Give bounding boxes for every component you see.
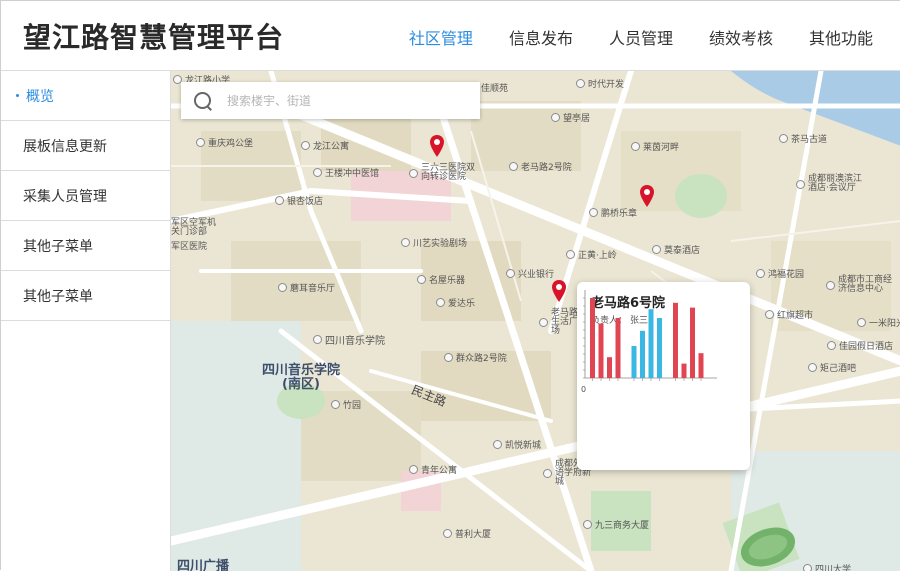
sidebar-item-overview[interactable]: 概览: [1, 71, 170, 121]
chart-bar: [607, 357, 612, 378]
map-base: [171, 71, 900, 571]
map-marker-icon[interactable]: [430, 135, 444, 157]
nav-performance[interactable]: 绩效考核: [709, 25, 773, 49]
map-label: 名屋乐器: [417, 273, 465, 286]
nav-info-publish[interactable]: 信息发布: [509, 25, 573, 49]
top-nav: 社区管理 信息发布 人员管理 绩效考核 其他功能: [409, 25, 873, 49]
map-label: 鹏桥乐章: [589, 206, 637, 219]
sidebar-item-label: 概览: [26, 88, 54, 105]
map-label: 川艺实验剧场: [401, 236, 467, 249]
map-label: 群众路2号院: [444, 351, 507, 364]
sidebar-item-board-update[interactable]: 展板信息更新: [1, 121, 170, 171]
map-label: 九三商务大厦: [583, 518, 649, 531]
top-header: 望江路智慧管理平台 社区管理 信息发布 人员管理 绩效考核 其他功能: [1, 1, 900, 71]
sidebar-item-other-submenu-2[interactable]: 其他子菜单: [1, 271, 170, 321]
chart-bar: [590, 298, 595, 378]
map-label: 佳顺苑: [481, 84, 509, 94]
map-label: 军区空军机关门诊部: [171, 218, 217, 237]
map-label: 普利大厦: [443, 527, 491, 540]
chart-bar: [681, 363, 687, 378]
map-label: 兴业银行: [506, 267, 554, 280]
chart-bar: [673, 302, 678, 378]
search-input[interactable]: [227, 93, 467, 108]
map-label: 三六三医院双向转诊医院: [409, 164, 479, 182]
search-icon[interactable]: [193, 91, 213, 111]
sidebar-item-label: 其他子菜单: [23, 238, 93, 255]
map-label: 青年公寓: [409, 463, 457, 476]
active-dot-icon: [16, 94, 19, 97]
app-window: 望江路智慧管理平台 社区管理 信息发布 人员管理 绩效考核 其他功能 概览 展板…: [0, 0, 900, 571]
map-label: 四川音乐学院: [313, 332, 385, 347]
sidebar-item-collector-management[interactable]: 采集人员管理: [1, 171, 170, 221]
chart-bar: [690, 307, 695, 378]
chart-bar: [698, 353, 704, 378]
bar-chart: 0: [581, 290, 717, 394]
chart-bar: [657, 318, 662, 378]
map-label: 银杏饭店: [275, 194, 323, 207]
chart-zero-label: 0: [581, 385, 586, 394]
map-label: 军区医院: [171, 242, 208, 252]
app-title: 望江路智慧管理平台: [23, 21, 285, 54]
map-label: 老马路2号院: [509, 160, 572, 173]
chart-bar: [640, 330, 645, 378]
map-label: 龙江公寓: [301, 139, 349, 152]
map-marker-icon[interactable]: [552, 280, 566, 302]
map-label: 莱茵河畔: [631, 140, 679, 153]
chart-bar: [598, 323, 604, 378]
map-label: 矩己酒吧: [808, 361, 856, 374]
chart-bar: [648, 309, 654, 378]
sidebar-item-label: 采集人员管理: [23, 188, 107, 205]
map-label-district: 四川音乐学院(南区): [261, 363, 340, 392]
nav-other-functions[interactable]: 其他功能: [809, 25, 873, 49]
sidebar-item-label: 展板信息更新: [23, 138, 107, 155]
sidebar: 概览 展板信息更新 采集人员管理 其他子菜单 其他子菜单: [1, 71, 171, 571]
chart-bar: [615, 318, 621, 378]
map-label: 爱达乐: [436, 296, 475, 309]
map-label-district: 四川广播: [177, 559, 230, 571]
map-label: 莫泰酒店: [652, 243, 700, 256]
map-label: 成都市工商经济信息中心: [826, 276, 896, 294]
info-popup: 老马路6号院 负责人： 张三 0: [577, 282, 750, 470]
map-label: 时代开发: [576, 77, 624, 90]
map-label: 茶马古道: [779, 132, 827, 145]
map-label: 蘑耳音乐厅: [278, 281, 335, 294]
chart-bar: [631, 346, 637, 378]
map-label: 竹园: [331, 398, 361, 411]
sidebar-item-other-submenu-1[interactable]: 其他子菜单: [1, 221, 170, 271]
map-marker-icon[interactable]: [640, 185, 654, 207]
map-label: 成都丽澳滨江酒店·会议厅: [796, 175, 866, 193]
map-label: 佳园假日酒店: [827, 339, 893, 352]
map-label: 重庆鸡公堡: [196, 136, 253, 149]
nav-community-management[interactable]: 社区管理: [409, 25, 473, 49]
sidebar-item-label: 其他子菜单: [23, 288, 93, 305]
map-view[interactable]: 龙江路小学 佳顺苑 时代开发 望亭居 重庆鸡公堡 龙江公寓 茶马古道 莱茵河畔 …: [171, 71, 900, 571]
map-label: 红旗超市: [765, 308, 813, 321]
map-label: 正黄·上岭: [566, 248, 617, 261]
nav-personnel-management[interactable]: 人员管理: [609, 25, 673, 49]
map-label: 望亭居: [551, 111, 590, 124]
map-label: 鸿福花园: [756, 267, 804, 280]
map-search-box[interactable]: [181, 82, 480, 119]
map-label: 王楼冲中医馆: [313, 166, 379, 179]
map-label: 一米阳光: [857, 316, 900, 329]
map-label: 凯悦新城: [493, 438, 541, 451]
